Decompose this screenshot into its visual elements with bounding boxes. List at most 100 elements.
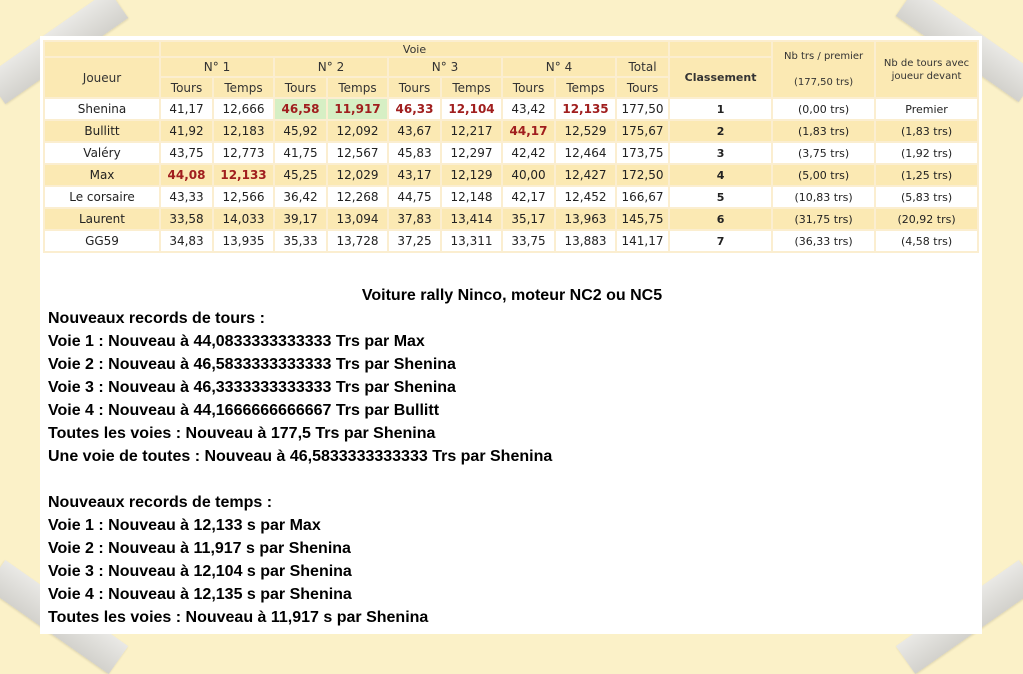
- temps-records-heading: Nouveaux records de temps :: [48, 494, 273, 511]
- cell-classement: 6: [670, 209, 772, 229]
- cell-total: 145,75: [617, 209, 669, 229]
- cell-nb-premier: (31,75 trs): [773, 209, 875, 229]
- results-table: Voie Nb trs / premier (177,50 trs) Nb de…: [43, 40, 980, 253]
- cell-value: 13,935: [214, 231, 273, 251]
- cell-value: 12,529: [556, 121, 615, 141]
- cell-total: 141,17: [617, 231, 669, 251]
- tours-record-line: Voie 3 : Nouveau à 46,3333333333333 Trs …: [48, 379, 456, 396]
- cell-value: 12,666: [214, 99, 273, 119]
- cell-value: 41,92: [161, 121, 212, 141]
- cell-value: 42,17: [503, 187, 554, 207]
- header-total-tours: Tours: [617, 78, 669, 97]
- cell-total: 172,50: [617, 165, 669, 185]
- cell-nb-premier: (10,83 trs): [773, 187, 875, 207]
- header-temps: Temps: [442, 78, 501, 97]
- cell-joueur: Laurent: [45, 209, 159, 229]
- cell-value: 45,83: [389, 143, 440, 163]
- cell-value: 36,42: [275, 187, 326, 207]
- table-row: Bullitt 41,92 12,183 45,92 12,092 43,67 …: [45, 121, 978, 141]
- cell-value: 35,17: [503, 209, 554, 229]
- cell-record: 12,104: [442, 99, 501, 119]
- cell-value: 35,33: [275, 231, 326, 251]
- cell-value: 12,452: [556, 187, 615, 207]
- cell-value: 43,67: [389, 121, 440, 141]
- header-lane-1: N° 1: [161, 58, 273, 76]
- cell-joueur: Shenina: [45, 99, 159, 119]
- cell-value: 39,17: [275, 209, 326, 229]
- paper-sheet: Voie Nb trs / premier (177,50 trs) Nb de…: [40, 36, 982, 634]
- cell-value: 45,25: [275, 165, 326, 185]
- cell-value: 34,83: [161, 231, 212, 251]
- cell-value: 12,268: [328, 187, 387, 207]
- cell-value: 13,094: [328, 209, 387, 229]
- temps-record-line: Voie 4 : Nouveau à 12,135 s par Shenina: [48, 586, 352, 603]
- cell-nb-premier: (3,75 trs): [773, 143, 875, 163]
- header-blank: [45, 42, 159, 56]
- tours-record-line: Toutes les voies : Nouveau à 177,5 Trs p…: [48, 425, 436, 442]
- tours-record-line: Voie 4 : Nouveau à 44,1666666666667 Trs …: [48, 402, 440, 419]
- cell-record: 12,133: [214, 165, 273, 185]
- records-title: Voiture rally Ninco, moteur NC2 ou NC5: [361, 287, 663, 304]
- cell-nb-devant: (20,92 trs): [876, 209, 978, 229]
- cell-value: 43,33: [161, 187, 212, 207]
- cell-nb-devant: (1,83 trs): [876, 121, 978, 141]
- header-nb-tours-devant: Nb de tours avec joueur devant: [876, 42, 978, 97]
- cell-value: 44,75: [389, 187, 440, 207]
- table-row: Shenina 41,17 12,666 46,58 11,917 46,33 …: [45, 99, 978, 119]
- header-nb-trs-premier-label: Nb trs / premier: [783, 51, 864, 62]
- cell-value: 43,75: [161, 143, 212, 163]
- cell-value: 12,773: [214, 143, 273, 163]
- cell-nb-devant: Premier: [876, 99, 978, 119]
- header-joueur: Joueur: [45, 58, 159, 97]
- cell-value: 12,148: [442, 187, 501, 207]
- header-tours: Tours: [503, 78, 554, 97]
- cell-value: 13,728: [328, 231, 387, 251]
- cell-value: 12,297: [442, 143, 501, 163]
- cell-joueur: Bullitt: [45, 121, 159, 141]
- cell-nb-devant: (5,83 trs): [876, 187, 978, 207]
- cell-value: 41,17: [161, 99, 212, 119]
- temps-record-line: Voie 2 : Nouveau à 11,917 s par Shenina: [48, 540, 351, 557]
- table-row: Max 44,08 12,133 45,25 12,029 43,17 12,1…: [45, 165, 978, 185]
- header-temps: Temps: [328, 78, 387, 97]
- header-voie: Voie: [161, 42, 669, 56]
- cell-value: 33,58: [161, 209, 212, 229]
- header-tours: Tours: [161, 78, 212, 97]
- cell-joueur: GG59: [45, 231, 159, 251]
- cell-value: 12,217: [442, 121, 501, 141]
- tours-record-line: Voie 2 : Nouveau à 46,5833333333333 Trs …: [48, 356, 456, 373]
- cell-value: 12,129: [442, 165, 501, 185]
- temps-record-line: Toutes les voies : Nouveau à 11,917 s pa…: [48, 609, 429, 626]
- cell-nb-devant: (1,92 trs): [876, 143, 978, 163]
- cell-nb-premier: (1,83 trs): [773, 121, 875, 141]
- cell-record: 44,17: [503, 121, 554, 141]
- header-temps: Temps: [556, 78, 615, 97]
- cell-value: 12,464: [556, 143, 615, 163]
- cell-total: 166,67: [617, 187, 669, 207]
- cell-nb-premier: (5,00 trs): [773, 165, 875, 185]
- cell-value: 43,17: [389, 165, 440, 185]
- cell-joueur: Valéry: [45, 143, 159, 163]
- cell-record: 11,917: [328, 99, 387, 119]
- cell-value: 12,567: [328, 143, 387, 163]
- temps-record-line: Voie 1 : Nouveau à 12,133 s par Max: [48, 517, 321, 534]
- table-row: Laurent 33,58 14,033 39,17 13,094 37,83 …: [45, 209, 978, 229]
- cell-classement: 7: [670, 231, 772, 251]
- tours-record-line: Une voie de toutes : Nouveau à 46,583333…: [48, 448, 553, 465]
- header-lane-3: N° 3: [389, 58, 501, 76]
- cell-joueur: Max: [45, 165, 159, 185]
- cell-joueur: Le corsaire: [45, 187, 159, 207]
- cell-value: 13,963: [556, 209, 615, 229]
- cell-total: 173,75: [617, 143, 669, 163]
- records-section: Voiture rally Ninco, moteur NC2 ou NC5 N…: [48, 284, 976, 629]
- cell-value: 37,25: [389, 231, 440, 251]
- cell-value: 13,883: [556, 231, 615, 251]
- header-lane-4: N° 4: [503, 58, 615, 76]
- header-temps: Temps: [214, 78, 273, 97]
- header-classement: Classement: [670, 58, 772, 97]
- cell-record: 12,135: [556, 99, 615, 119]
- cell-value: 37,83: [389, 209, 440, 229]
- header-total: Total: [617, 58, 669, 76]
- cell-classement: 5: [670, 187, 772, 207]
- tours-records-heading: Nouveaux records de tours :: [48, 310, 265, 327]
